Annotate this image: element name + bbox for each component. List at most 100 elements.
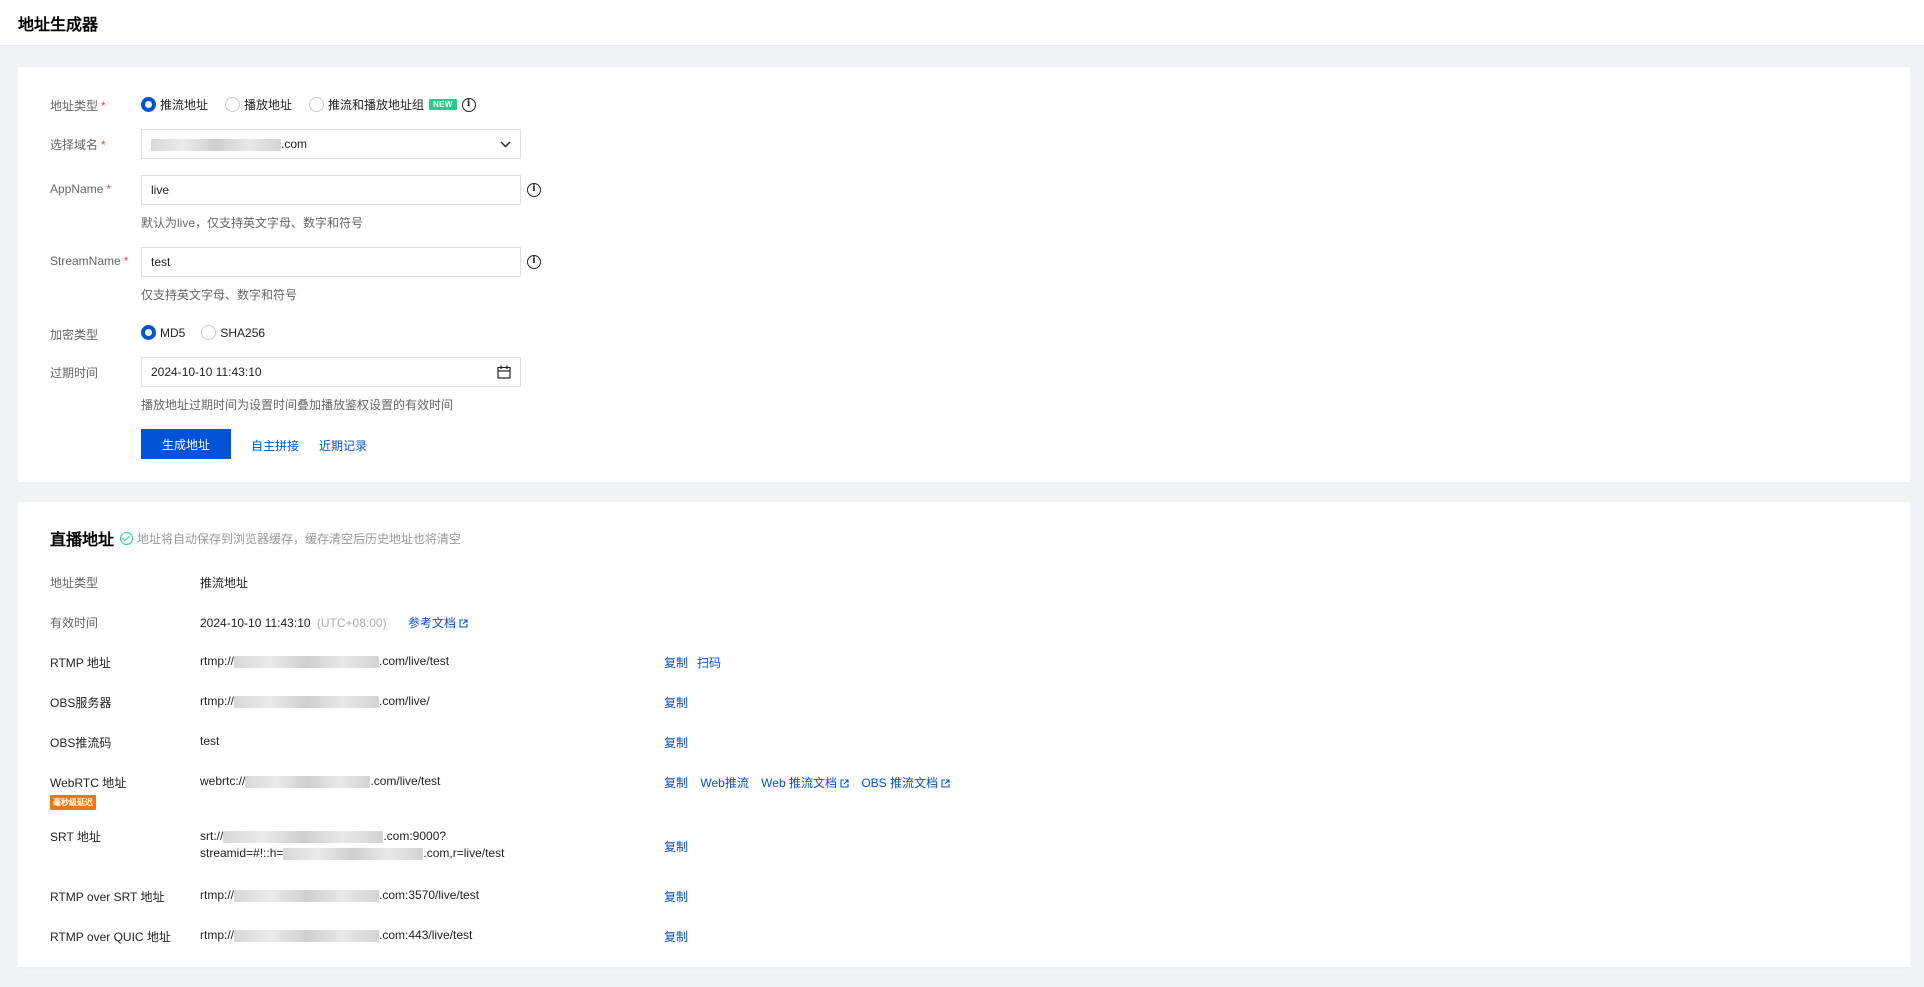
streamname-label-text: StreamName	[50, 254, 121, 268]
generator-form-card: 地址类型 * 推流地址 播放地址 推流和播放地址组 NEW i 选择域名 * .co…	[18, 67, 1910, 482]
expire-hint: 播放地址过期时间为设置时间叠加播放鉴权设置的有效时间	[141, 398, 454, 412]
required-mark: *	[123, 254, 129, 268]
rtmp-scan-link[interactable]: 扫码	[697, 656, 721, 670]
obs-server-copy-link[interactable]: 复制	[664, 696, 688, 710]
srt-line2-suffix: .com,r=live/test	[423, 846, 505, 860]
obs-key-copy-link[interactable]: 复制	[664, 736, 688, 750]
radio-play-circle[interactable]	[225, 97, 241, 112]
rtmp-srt-copy-link[interactable]: 复制	[664, 890, 688, 904]
radio-sha256-circle[interactable]	[201, 325, 217, 340]
reference-doc-link[interactable]: 参考文档	[408, 616, 468, 630]
low-latency-badge: 毫秒级延迟	[50, 795, 96, 810]
domain-label: 选择域名 *	[50, 136, 106, 153]
row-value-rtmp: rtmp:// .com/live/test	[200, 654, 449, 668]
obs-push-doc-text: OBS 推流文档	[861, 776, 938, 790]
rtmp-prefix: rtmp://	[200, 654, 235, 668]
rtmp-srt-actions: 复制	[664, 888, 697, 905]
radio-push-address[interactable]: 推流地址	[141, 96, 208, 113]
obs-server-actions: 复制	[664, 694, 697, 711]
row-value-rtmp-quic: rtmp:// .com:443/live/test	[200, 928, 472, 942]
webrtc-copy-link[interactable]: 复制	[664, 776, 688, 790]
required-mark: *	[106, 182, 112, 196]
calendar-icon[interactable]	[497, 365, 511, 379]
webrtc-prefix: webrtc://	[200, 774, 246, 788]
web-push-doc-link[interactable]: Web 推流文档	[761, 776, 849, 790]
radio-md5-label: MD5	[160, 325, 186, 340]
blurred-domain	[223, 830, 384, 843]
domain-suffix: .com	[281, 137, 308, 151]
srt-line1-prefix: srt://	[200, 829, 224, 843]
row-value-obs-key: test	[200, 734, 220, 748]
radio-push-play-circle[interactable]	[309, 97, 325, 112]
row-label-rtmp: RTMP 地址	[50, 656, 111, 670]
row-label-srt: SRT 地址	[50, 830, 101, 844]
row-value-type: 推流地址	[200, 576, 249, 590]
recent-records-link[interactable]: 近期记录	[319, 437, 367, 454]
obs-push-doc-link[interactable]: OBS 推流文档	[861, 776, 950, 790]
blurred-domain	[151, 138, 281, 151]
radio-push-play-label: 推流和播放地址组	[328, 98, 425, 112]
srt-line-1: srt:// .com:9000?	[200, 828, 504, 845]
result-header: 直播地址 地址将自动保存到浏览器缓存，缓存清空后历史地址也将清空	[50, 526, 461, 550]
encrypt-radio-group: MD5 SHA256	[141, 325, 265, 340]
expire-date-picker[interactable]: 2024-10-10 11:43:10	[141, 357, 521, 387]
radio-push-play-group[interactable]: 推流和播放地址组	[309, 96, 424, 113]
radio-md5[interactable]: MD5	[141, 325, 185, 340]
radio-sha256[interactable]: SHA256	[201, 325, 265, 340]
required-mark: *	[101, 138, 106, 152]
encrypt-label: 加密类型	[50, 328, 99, 342]
new-badge: NEW	[429, 99, 457, 110]
appname-input[interactable]: live	[141, 175, 521, 205]
chevron-down-icon	[500, 141, 511, 147]
radio-md5-circle[interactable]	[141, 325, 156, 340]
streamname-info-icon[interactable]: i	[527, 255, 541, 269]
check-circle-icon	[120, 531, 134, 545]
streamname-input[interactable]: test	[141, 247, 521, 277]
streamname-label: StreamName *	[50, 254, 128, 268]
blurred-domain	[234, 695, 380, 708]
srt-copy-link[interactable]: 复制	[664, 840, 688, 854]
obs-key-actions: 复制	[664, 734, 697, 751]
appname-info-icon[interactable]: i	[527, 183, 541, 197]
blurred-domain	[234, 929, 380, 942]
radio-push-label: 推流地址	[160, 98, 209, 112]
webrtc-actions: 复制 Web推流 Web 推流文档 OBS 推流文档	[664, 774, 959, 791]
info-icon[interactable]: i	[461, 97, 476, 112]
row-value-valid: 2024-10-10 11:43:10 (UTC+08:00) 参考文档	[200, 614, 468, 631]
rtmp-copy-link[interactable]: 复制	[664, 656, 688, 670]
rtmp-quic-suffix: .com:443/live/test	[379, 928, 473, 942]
domain-select[interactable]: .com	[141, 129, 521, 159]
expire-value: 2024-10-10 11:43:10	[151, 365, 262, 379]
row-label-type: 地址类型	[50, 576, 99, 590]
blurred-domain	[245, 775, 371, 788]
srt-actions: 复制	[664, 838, 697, 855]
obs-server-prefix: rtmp://	[200, 694, 235, 708]
rtmp-suffix: .com/live/test	[379, 654, 450, 668]
page-title: 地址生成器	[18, 17, 99, 34]
row-value-rtmp-srt: rtmp:// .com:3570/live/test	[200, 888, 479, 902]
external-link-icon	[459, 619, 468, 628]
blurred-domain	[234, 655, 380, 668]
radio-push-circle[interactable]	[141, 97, 156, 112]
srt-line1-suffix: .com:9000?	[383, 829, 447, 843]
row-label-obs-server: OBS服务器	[50, 696, 112, 710]
required-mark: *	[101, 99, 106, 113]
address-type-label-text: 地址类型	[50, 99, 99, 113]
blurred-domain	[283, 847, 424, 860]
webrtc-badge-wrap: 毫秒级延迟	[50, 794, 96, 810]
webrtc-suffix: .com/live/test	[370, 774, 441, 788]
row-value-webrtc: webrtc:// .com/live/test	[200, 774, 440, 788]
row-value-obs-server: rtmp:// .com/live/	[200, 694, 430, 708]
rtmp-quic-copy-link[interactable]: 复制	[664, 930, 688, 944]
appname-label: AppName *	[50, 182, 111, 196]
obs-server-suffix: .com/live/	[379, 694, 430, 708]
appname-hint: 默认为live，仅支持英文字母、数字和符号	[141, 216, 364, 230]
live-address-card: 直播地址 地址将自动保存到浏览器缓存，缓存清空后历史地址也将清空 地址类型 推流…	[18, 502, 1910, 967]
rtmp-actions: 复制 扫码	[664, 654, 730, 671]
custom-splice-link[interactable]: 自主拼接	[251, 437, 299, 454]
web-push-link[interactable]: Web推流	[700, 776, 748, 790]
generate-address-button[interactable]: 生成地址	[141, 429, 231, 459]
radio-play-address[interactable]: 播放地址	[225, 96, 292, 113]
result-title: 直播地址	[50, 532, 115, 549]
rtmp-quic-prefix: rtmp://	[200, 928, 235, 942]
